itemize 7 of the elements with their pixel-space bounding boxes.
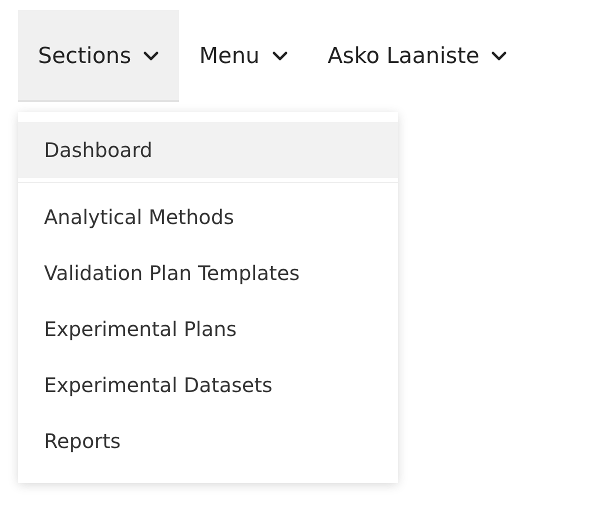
menu-item[interactable]: Dashboard <box>18 122 398 178</box>
menu-item[interactable]: Experimental Plans <box>18 301 398 357</box>
menu-item[interactable]: Experimental Datasets <box>18 357 398 413</box>
menu-item[interactable]: Validation Plan Templates <box>18 245 398 301</box>
menu-item[interactable]: Reports <box>18 413 398 469</box>
nav-menu-button[interactable]: Sections <box>18 10 180 102</box>
menu-item[interactable]: Analytical Methods <box>18 189 398 245</box>
